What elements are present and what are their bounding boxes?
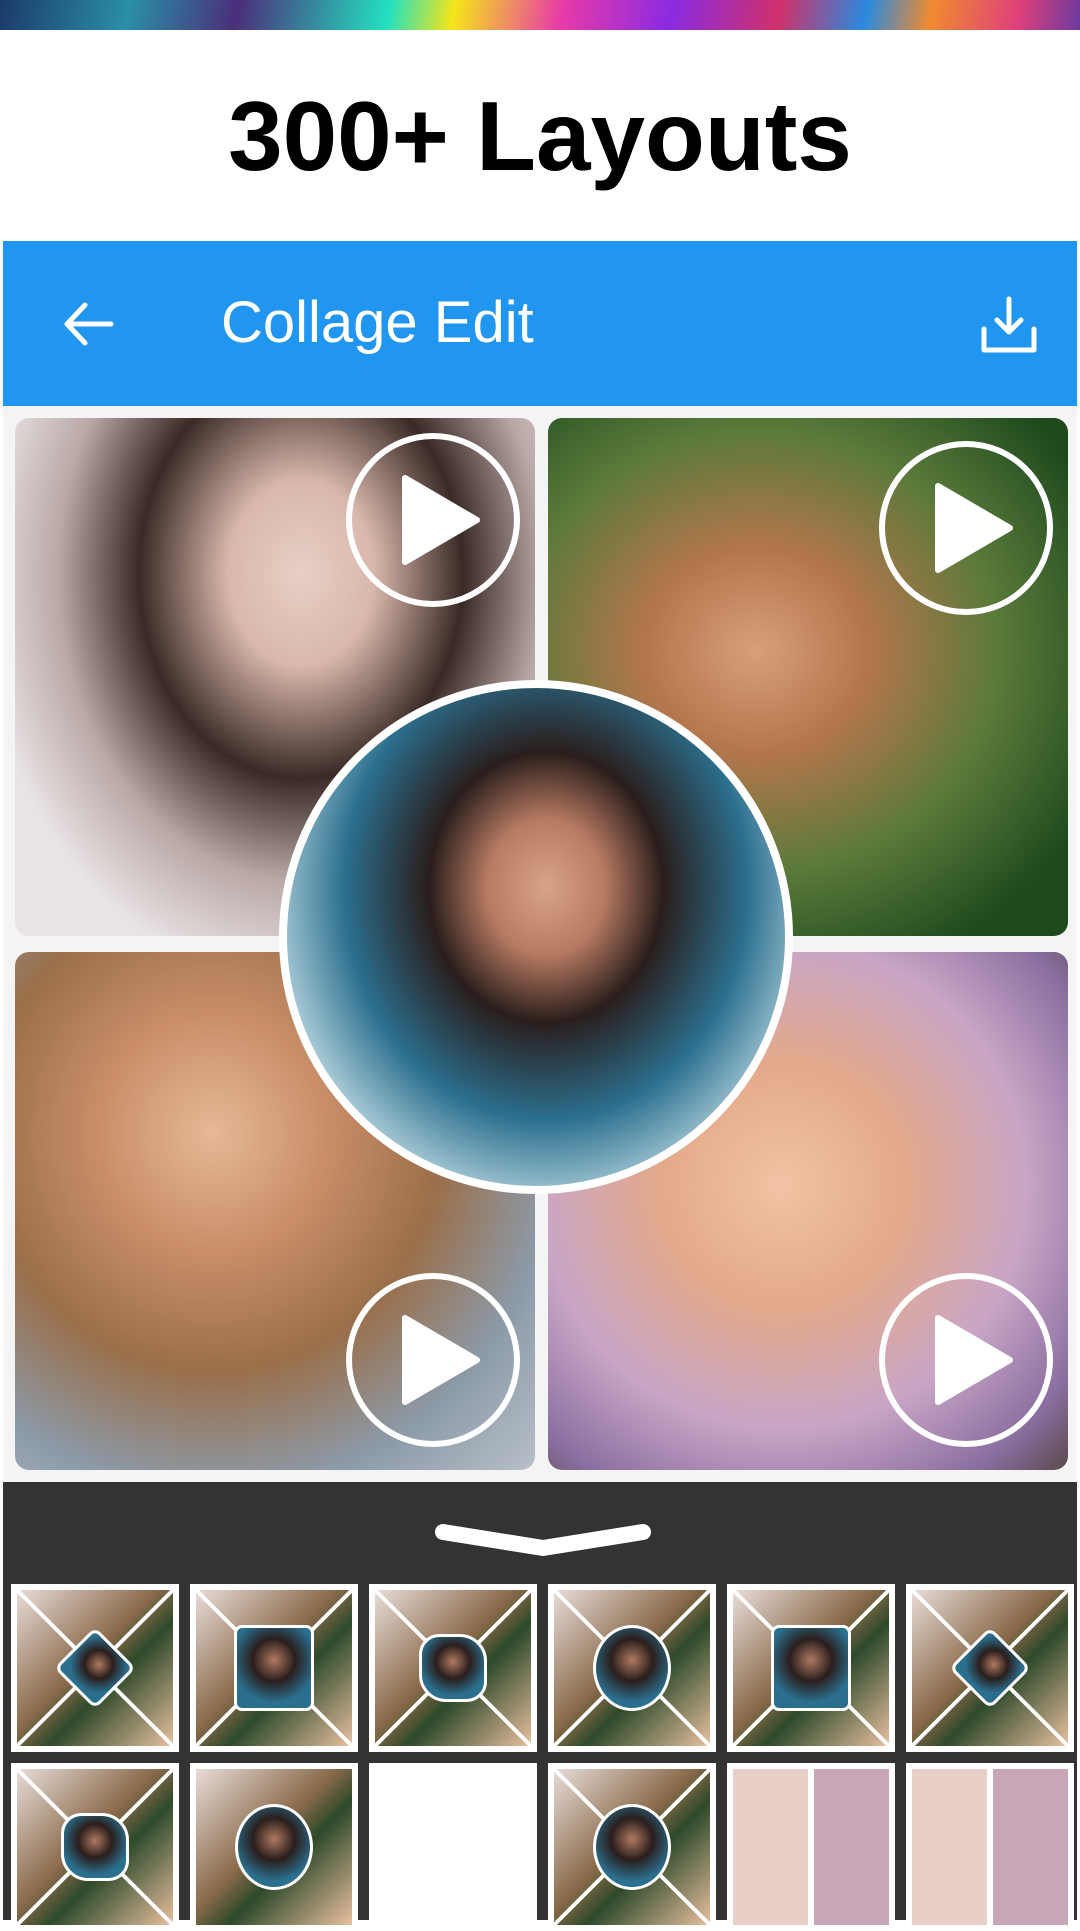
layout-preview — [554, 1590, 710, 1746]
layout-thumbnail-grid-circle[interactable] — [190, 1763, 358, 1931]
arrow-left-icon — [64, 302, 114, 346]
play-icon[interactable] — [876, 438, 1056, 618]
layout-thumbnail-wavy[interactable] — [369, 1584, 537, 1752]
layout-thumbnail-hearts[interactable] — [369, 1763, 537, 1931]
download-button[interactable] — [979, 295, 1039, 355]
collage-center-circle-photo[interactable] — [279, 680, 793, 1194]
screen-title: Collage Edit — [221, 290, 534, 355]
layout-thumbnail-grid[interactable] — [727, 1763, 895, 1931]
play-icon[interactable] — [343, 430, 523, 610]
layout-preview — [554, 1769, 710, 1925]
layout-thumbnail-grid-large[interactable] — [906, 1763, 1074, 1931]
layout-preview — [375, 1769, 531, 1925]
center-shape-wavy — [419, 1634, 487, 1702]
layout-preview — [733, 1769, 889, 1925]
layout-preview — [17, 1590, 173, 1746]
layout-thumbnail-diamond[interactable] — [906, 1584, 1074, 1752]
layout-thumbnail-circle[interactable] — [548, 1763, 716, 1931]
center-shape-rounded-square — [234, 1625, 314, 1711]
layout-thumbnail-wavy[interactable] — [11, 1763, 179, 1931]
center-shape-rounded-rect — [771, 1625, 851, 1711]
layout-sheet — [3, 1482, 1077, 1931]
layout-preview — [375, 1590, 531, 1746]
collage-canvas — [3, 406, 1077, 1482]
download-icon — [981, 296, 1037, 353]
center-shape-circle — [593, 1625, 671, 1711]
layout-preview — [17, 1769, 173, 1925]
layout-thumbnail-circle[interactable] — [548, 1584, 716, 1752]
layout-preview — [196, 1590, 352, 1746]
layout-preview — [912, 1769, 1068, 1925]
promo-headline: 300+ Layouts — [228, 81, 852, 191]
play-icon[interactable] — [343, 1270, 523, 1450]
layout-preview — [733, 1590, 889, 1746]
collapse-sheet-button[interactable] — [433, 1518, 653, 1558]
chevron-down-icon — [435, 1524, 651, 1556]
play-icon[interactable] — [876, 1270, 1056, 1450]
layout-preview — [912, 1590, 1068, 1746]
back-button[interactable] — [61, 299, 117, 349]
center-shape-grid-circle — [235, 1804, 313, 1890]
layout-thumbnail-rounded-rect[interactable] — [727, 1584, 895, 1752]
center-shape-circle — [593, 1804, 671, 1890]
layout-thumbnail-diamond[interactable] — [11, 1584, 179, 1752]
app-bar: Collage Edit — [3, 241, 1077, 406]
center-shape-wavy — [61, 1813, 129, 1881]
layout-thumbnail-rounded-square[interactable] — [190, 1584, 358, 1752]
layout-preview — [196, 1769, 352, 1925]
promo-banner-art — [0, 0, 1080, 30]
